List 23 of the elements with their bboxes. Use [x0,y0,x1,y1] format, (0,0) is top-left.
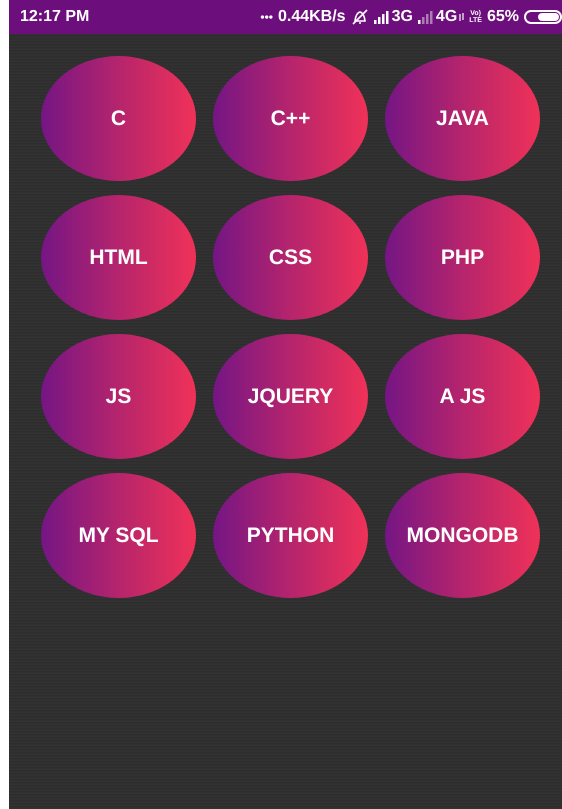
language-button[interactable]: MONGODB [385,473,540,598]
language-button[interactable]: JQUERY [213,334,368,459]
language-button[interactable]: A JS [385,334,540,459]
language-button[interactable]: CSS [213,195,368,320]
language-button[interactable]: PHP [385,195,540,320]
language-button[interactable]: C++ [213,56,368,181]
language-button[interactable]: PYTHON [213,473,368,598]
language-button[interactable]: C [41,56,196,181]
language-button[interactable]: JS [41,334,196,459]
language-button[interactable]: JAVA [385,56,540,181]
more-dots: ••• [260,10,273,24]
alarm-off-icon [350,9,369,25]
network-speed: 0.44KB/s [278,8,346,26]
signal-icon [374,10,390,24]
battery-percent: 65% [486,8,519,26]
battery-icon [524,10,562,24]
language-button[interactable]: MY SQL [41,473,196,598]
network-type: 3G [392,8,413,26]
data-arrows-icon [459,12,464,22]
network-type: 4G [436,8,458,26]
language-button[interactable]: HTML [41,195,196,320]
signal-icon [418,10,434,24]
clock-time: 12:17 PM [20,8,90,26]
